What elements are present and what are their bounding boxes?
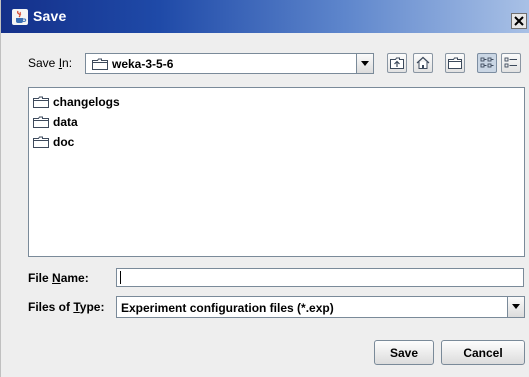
list-item-label: changelogs: [53, 95, 120, 109]
create-new-folder-button[interactable]: [445, 53, 465, 73]
files-of-type-dropdown-button[interactable]: [507, 297, 524, 317]
home-icon: [416, 56, 430, 69]
folder-icon: [92, 58, 108, 73]
list-item-data[interactable]: data: [33, 114, 113, 130]
up-one-level-button[interactable]: [387, 53, 407, 73]
cancel-button[interactable]: Cancel: [441, 340, 525, 365]
list-item-changelogs[interactable]: changelogs: [33, 94, 153, 110]
files-of-type-combo[interactable]: Experiment configuration files (*.exp): [116, 296, 525, 318]
save-in-combo[interactable]: weka-3-5-6: [85, 53, 374, 74]
file-name-input[interactable]: [116, 268, 524, 287]
new-folder-icon: [448, 57, 462, 69]
chevron-down-icon: [361, 61, 369, 66]
folder-icon: [33, 116, 49, 131]
java-cup-icon: [12, 9, 28, 25]
chevron-down-icon: [512, 304, 520, 309]
window-title: Save: [33, 8, 67, 24]
file-name-label: File Name:: [28, 271, 89, 285]
list-view-button[interactable]: [477, 53, 497, 73]
list-view-icon: [480, 57, 494, 68]
title-bar[interactable]: Save: [1, 0, 529, 33]
list-item-label: data: [53, 115, 78, 129]
save-button[interactable]: Save: [374, 340, 434, 365]
up-folder-icon: [390, 57, 404, 69]
details-view-icon: [504, 57, 517, 68]
details-view-button[interactable]: [501, 53, 521, 73]
files-of-type-label: Files of Type:: [28, 300, 105, 314]
file-list[interactable]: changelogs data doc: [28, 87, 525, 257]
save-in-dropdown-button[interactable]: [356, 54, 373, 73]
home-button[interactable]: [413, 53, 433, 73]
list-item-doc[interactable]: doc: [33, 134, 113, 150]
save-in-label: Save In:: [28, 56, 73, 70]
folder-icon: [33, 136, 49, 151]
files-of-type-value: Experiment configuration files (*.exp): [121, 301, 334, 315]
text-caret: [120, 271, 121, 284]
save-in-value: weka-3-5-6: [112, 57, 174, 71]
folder-icon: [33, 96, 49, 111]
list-item-label: doc: [53, 135, 75, 149]
save-dialog: Save Save In: weka-3-5-6 changelogs data…: [0, 0, 529, 377]
close-button[interactable]: [511, 13, 527, 29]
close-icon: [514, 16, 524, 26]
